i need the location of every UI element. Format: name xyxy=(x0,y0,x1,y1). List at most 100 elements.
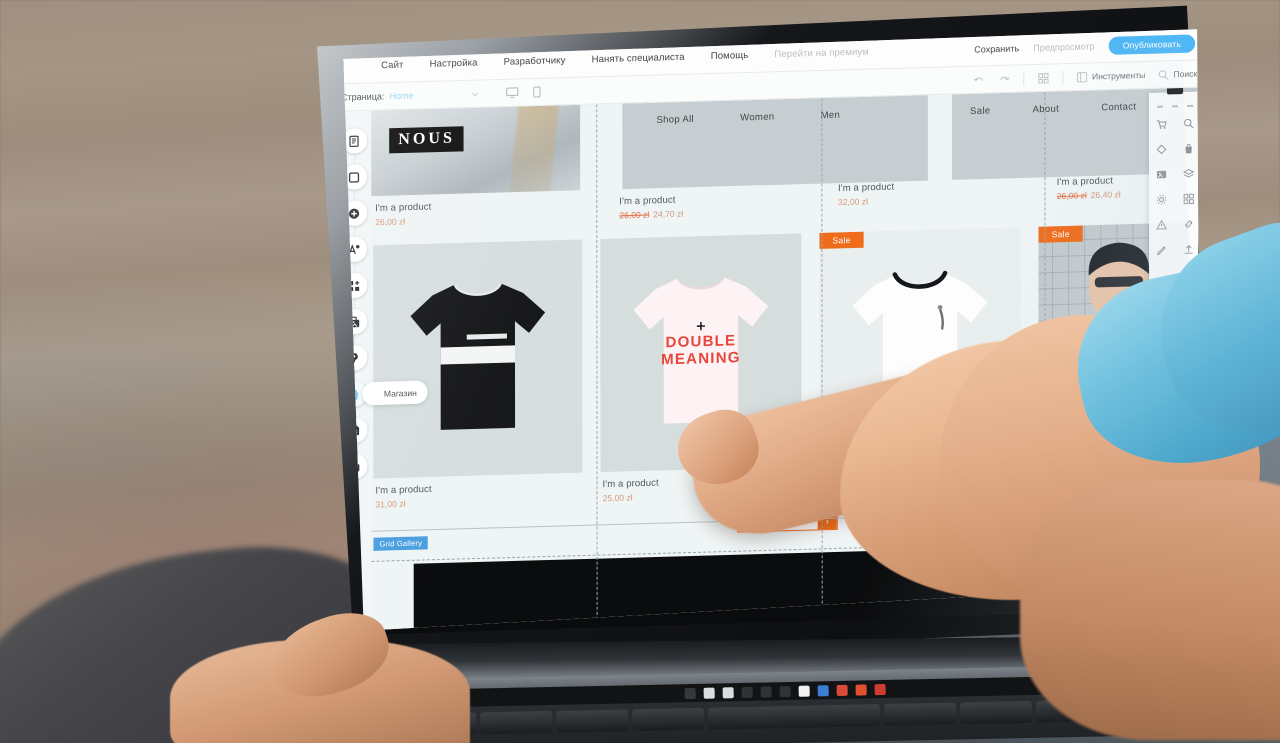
touchbar-brightness-icon[interactable] xyxy=(1139,677,1151,690)
shop-all-button-wrap: Shop All › xyxy=(371,501,1203,543)
layout-icon[interactable] xyxy=(1038,72,1050,83)
site-logo[interactable]: NOUS xyxy=(389,126,464,153)
panel-footer: Разместить слоями xyxy=(1158,539,1193,562)
touchbar-music-icon-1[interactable] xyxy=(741,686,753,698)
chevron-down-icon[interactable] xyxy=(471,89,480,98)
site-canvas[interactable]: NOUS Shop All Women Men Sale About Conta… xyxy=(371,87,1204,636)
tools-icon xyxy=(1077,71,1088,82)
editor-subbar-right: Инструменты Поиск xyxy=(973,67,1197,86)
tools-button[interactable]: Инструменты xyxy=(1077,69,1145,82)
view-mode-switch xyxy=(506,86,541,99)
mobile-view-icon[interactable] xyxy=(533,86,541,98)
menu-item-settings[interactable]: Настройка xyxy=(430,57,478,69)
menu-item-upgrade-premium[interactable]: Перейти на премиум xyxy=(774,47,868,61)
page-selector[interactable]: Страница: Home xyxy=(341,89,480,103)
touchbar-app-icon-5[interactable] xyxy=(836,684,848,696)
product-image-white-ringer-tee[interactable]: Sale xyxy=(819,227,1020,466)
undo-icon[interactable] xyxy=(973,74,985,85)
product-new-price: 24,70 zł xyxy=(653,208,684,220)
touchbar-app-icon-6[interactable] xyxy=(855,683,867,696)
double-meaning-tshirt-art: DOUBLE MEANING xyxy=(625,268,776,438)
hero-image[interactable]: NOUS xyxy=(371,105,580,196)
panel-icon-tag[interactable] xyxy=(1152,141,1171,157)
product-card-5[interactable]: I'm a product 31,00 zł xyxy=(373,239,582,509)
shop-all-arrow-icon[interactable]: › xyxy=(818,512,837,530)
product-card-2[interactable]: I'm a product 26,00 zł 24,70 zł xyxy=(617,183,826,220)
panel-footer-line1: Разместить xyxy=(1157,538,1194,548)
panel-icon-gallery[interactable] xyxy=(1152,166,1171,182)
redo-icon[interactable] xyxy=(999,73,1011,84)
panel-icon-cart[interactable] xyxy=(1152,116,1171,132)
keyboard-key[interactable] xyxy=(1111,697,1185,722)
product-new-price: 26,00 zł xyxy=(855,485,886,497)
panel-icon-edit[interactable] xyxy=(1152,242,1171,258)
touchbar-app-icon-7[interactable] xyxy=(874,683,886,695)
selection-label-grid-gallery[interactable]: Grid Gallery xyxy=(373,536,428,551)
page-selector-label: Страница: xyxy=(340,91,385,103)
square-icon xyxy=(348,171,360,183)
product-card-7[interactable]: Sale I'm a product 28,00 zł 26,00 zł xyxy=(819,227,1020,497)
product-caption: I'm a product 28,00 zł 26,00 zł xyxy=(820,460,1021,497)
panel-icon-layers[interactable] xyxy=(1179,165,1198,181)
panel-footer-line2: слоями xyxy=(1164,550,1187,558)
product-caption: I'm a product 26,00 zł 24,70 zł xyxy=(617,183,826,220)
row2-spacer-1 xyxy=(582,239,600,504)
menu-item-developer[interactable]: Разработчику xyxy=(504,55,566,68)
tools-label: Инструменты xyxy=(1092,69,1146,82)
supporting-hand xyxy=(170,600,490,743)
keyboard-key[interactable] xyxy=(555,709,629,733)
panel-icon-search[interactable] xyxy=(1179,115,1198,131)
touchbar-music-icon-3[interactable] xyxy=(779,685,791,697)
touchbar-search-icon[interactable] xyxy=(684,687,696,699)
site-nav-left: Shop All Women Men xyxy=(622,107,928,127)
nav-item-men[interactable]: Men xyxy=(821,110,840,122)
laptop: Сайт Настройка Разработчику Нанять специ… xyxy=(296,1,1223,701)
save-button[interactable]: Сохранить xyxy=(974,43,1019,54)
keyboard-key[interactable] xyxy=(960,700,1033,725)
menu-item-help[interactable]: Помощь xyxy=(711,50,748,62)
product-new-price: 26,40 zł xyxy=(1090,189,1121,201)
nav-item-shop-all[interactable]: Shop All xyxy=(656,114,693,126)
touchbar-music-icon-2[interactable] xyxy=(760,685,772,698)
preview-button[interactable]: Предпросмотр xyxy=(1033,41,1094,53)
panel-icon-grid-layout[interactable] xyxy=(1179,191,1198,207)
product-card-1[interactable]: I'm a product 26,00 zł xyxy=(373,190,576,227)
product-image-black-stripe-tee[interactable] xyxy=(373,239,582,478)
touchbar-app-icon-3[interactable] xyxy=(798,685,810,697)
product-image-double-meaning-tee[interactable]: DOUBLE MEANING xyxy=(600,233,801,472)
keyboard-key-space[interactable] xyxy=(707,704,881,730)
nav-item-women[interactable]: Women xyxy=(740,111,774,123)
keyboard-key[interactable] xyxy=(631,707,705,732)
keyboard-key[interactable] xyxy=(884,702,957,727)
pages-icon xyxy=(348,135,360,147)
search-icon xyxy=(1158,69,1169,80)
model-shirt-text: NATIVE xyxy=(1093,383,1146,399)
touchbar-app-icon-4[interactable] xyxy=(817,684,829,696)
panel-icon-alert[interactable] xyxy=(1152,216,1171,232)
keyboard-key[interactable] xyxy=(1036,699,1109,723)
touchbar-add-icon[interactable] xyxy=(1120,678,1132,690)
touchbar-app-icon-1[interactable] xyxy=(703,687,715,699)
white-ringer-tshirt-art xyxy=(845,262,996,432)
nav-item-contact[interactable]: Contact xyxy=(1101,101,1136,113)
touchbar-app-icon-2[interactable] xyxy=(722,686,734,698)
sale-badge: Sale xyxy=(819,232,863,249)
panel-icon-bag[interactable] xyxy=(1179,140,1198,156)
shopping-bag-icon xyxy=(1167,87,1183,94)
product-card-3[interactable]: I'm a product 32,00 zł xyxy=(836,177,1045,214)
panel-icon-settings[interactable] xyxy=(1152,191,1171,207)
publish-button[interactable]: Опубликовать xyxy=(1109,34,1195,55)
nav-item-sale[interactable]: Sale xyxy=(970,105,990,117)
touchbar-volume-icon[interactable] xyxy=(1158,677,1170,689)
menu-item-site[interactable]: Сайт xyxy=(381,60,403,72)
panel-icon-link[interactable] xyxy=(1179,216,1198,232)
panel-icon-upload[interactable] xyxy=(1179,241,1198,257)
search-button[interactable]: Поиск xyxy=(1158,68,1197,80)
product-card-6[interactable]: DOUBLE MEANING I'm a product 25,00 zł xyxy=(600,233,801,503)
nav-item-about[interactable]: About xyxy=(1033,104,1059,116)
keyboard-key[interactable] xyxy=(479,710,553,735)
desktop-view-icon[interactable] xyxy=(506,86,519,98)
store-tool-panel[interactable]: Разместить слоями xyxy=(1149,92,1202,575)
menu-item-hire-specialist[interactable]: Нанять специалиста xyxy=(592,52,685,66)
tee-text-line-1: DOUBLE xyxy=(665,332,736,351)
